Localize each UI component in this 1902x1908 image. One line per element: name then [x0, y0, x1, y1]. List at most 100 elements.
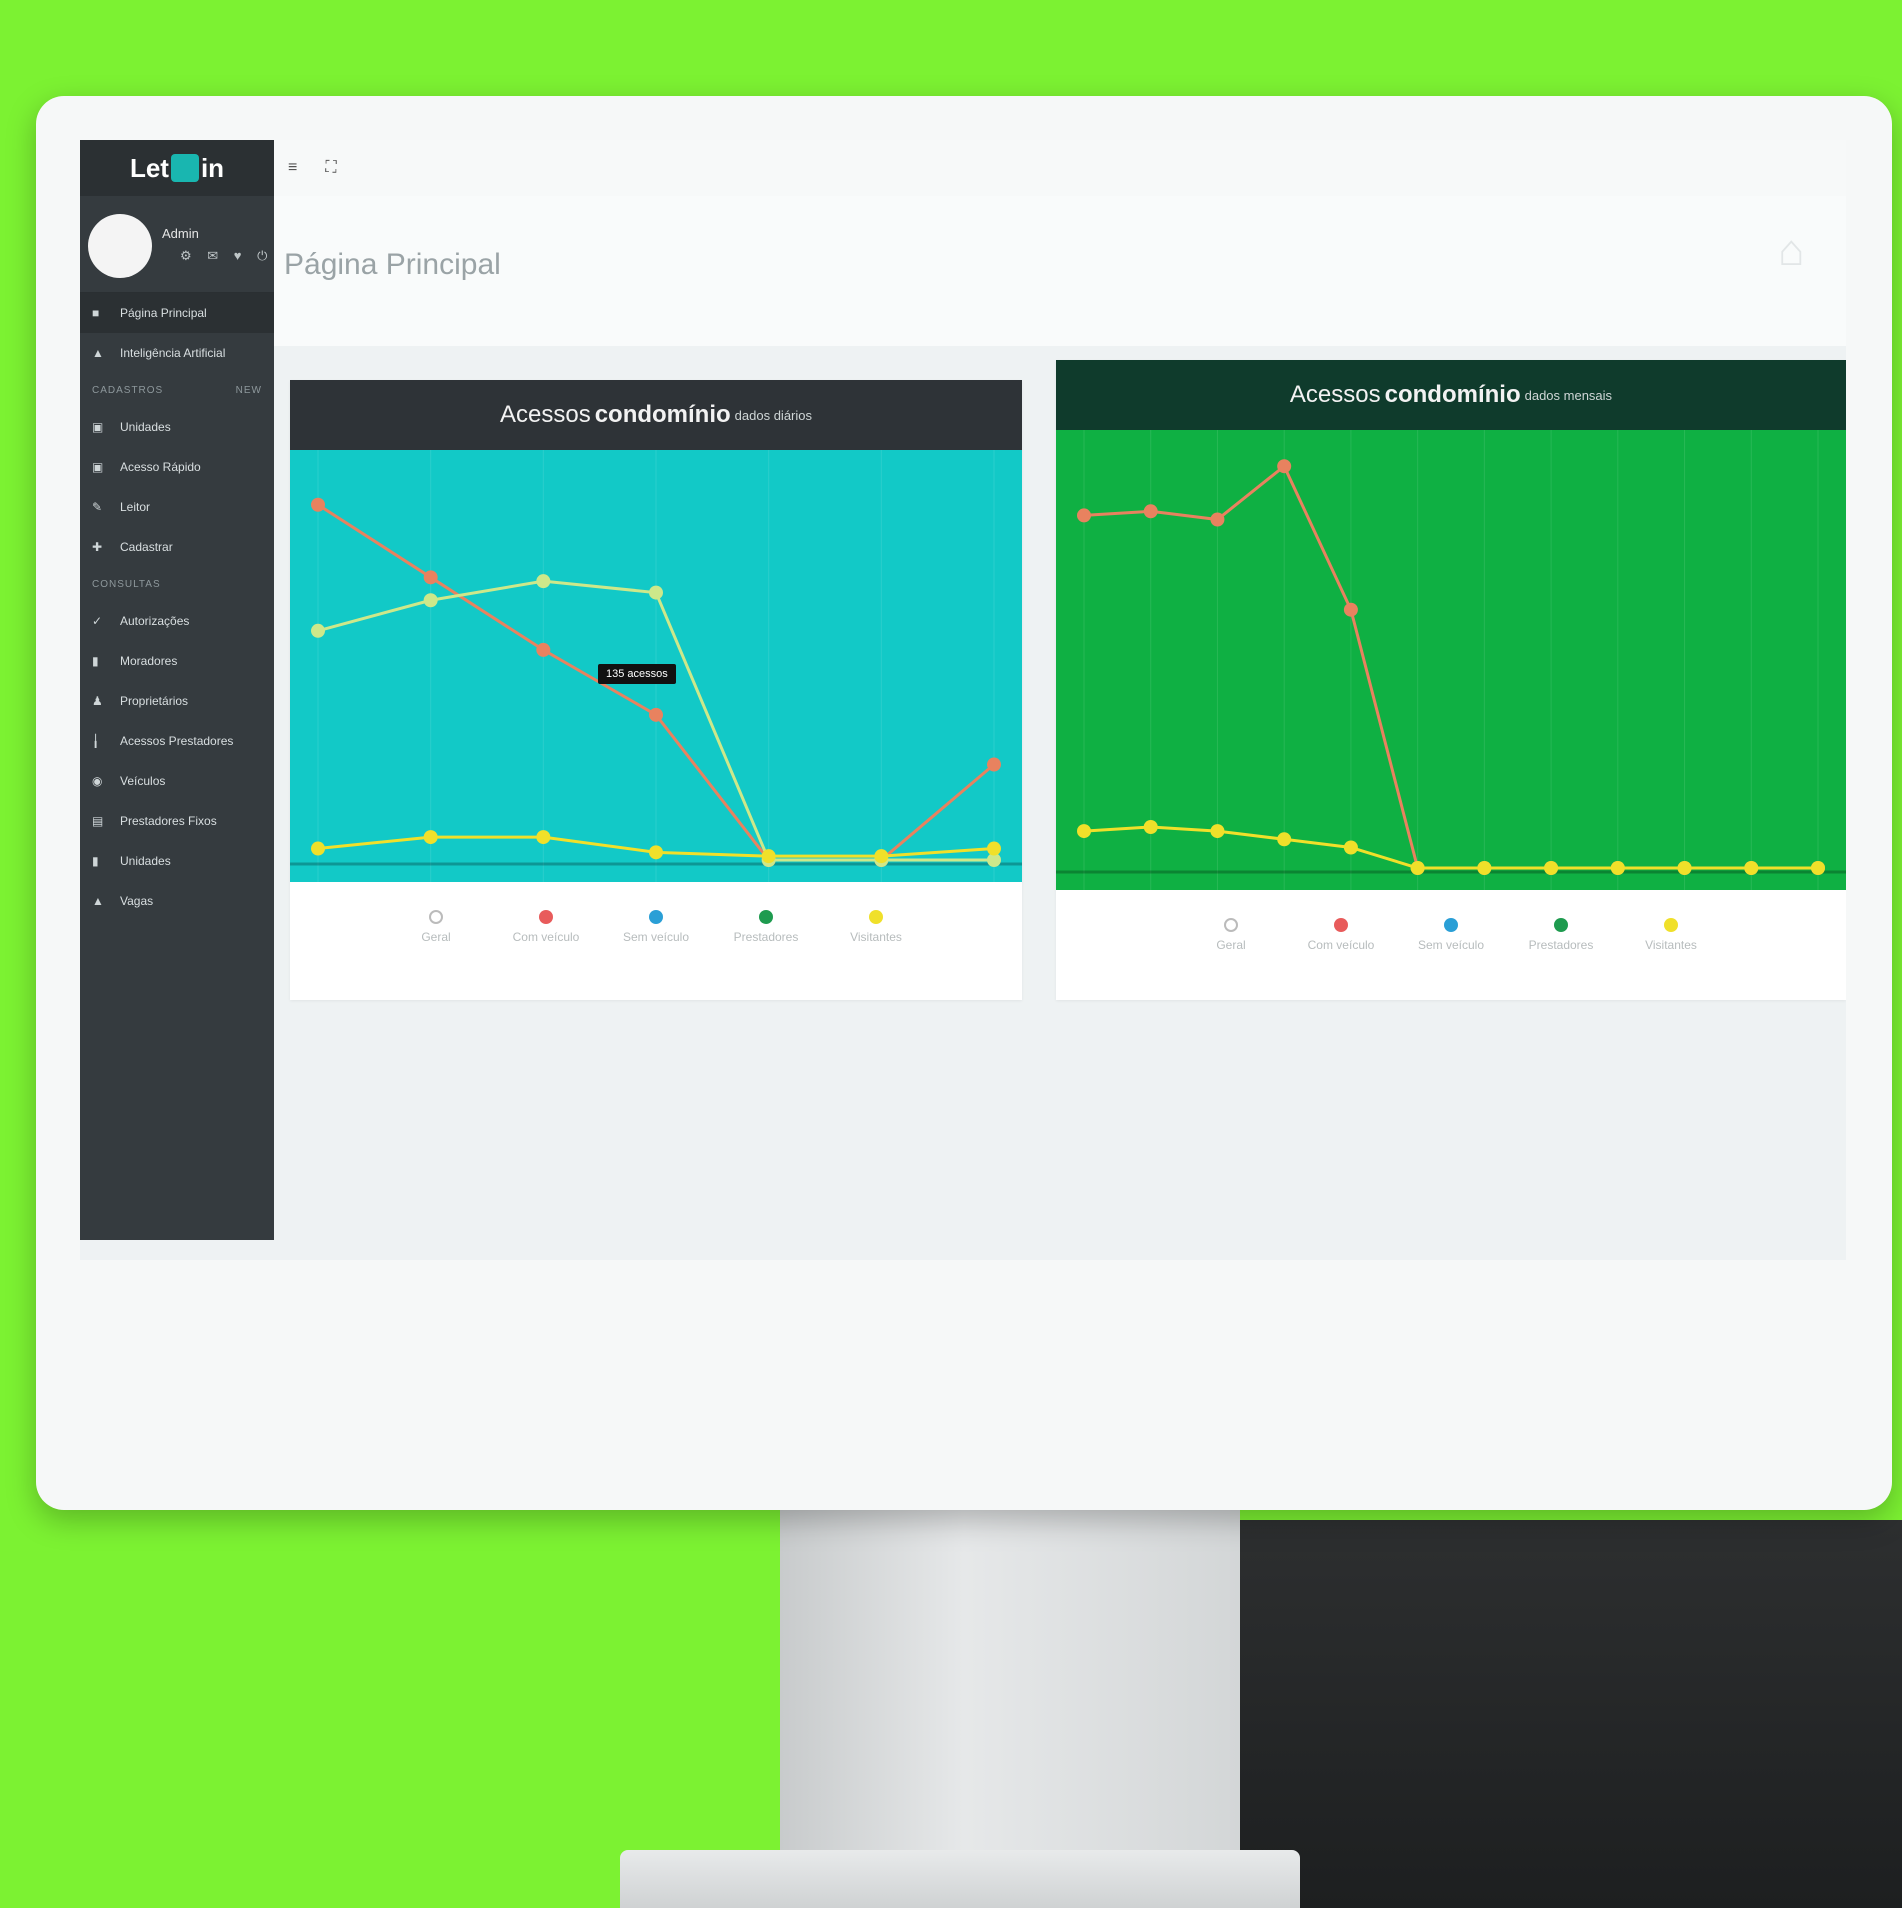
- sidebar-item-label: Unidades: [120, 420, 171, 434]
- data-point[interactable]: [311, 497, 325, 512]
- data-point[interactable]: [1277, 832, 1292, 847]
- home-icon[interactable]: ⌂: [1778, 226, 1828, 276]
- data-point[interactable]: [987, 841, 1001, 856]
- sidebar-item-autorizacoes[interactable]: ✓ Autorizações: [80, 601, 274, 641]
- legend-dot: [759, 910, 773, 924]
- wrench-icon: ╽: [92, 734, 100, 748]
- data-point[interactable]: [1811, 861, 1825, 875]
- sidebar-item-label: Autorizações: [120, 614, 190, 628]
- panel-title-post: dados mensais: [1524, 387, 1613, 403]
- person-icon: ▮: [92, 654, 99, 668]
- sidebar-item-inteligencia[interactable]: ▲ Inteligência Artificial: [80, 333, 274, 373]
- data-point[interactable]: [1143, 820, 1158, 834]
- building-icon: ▮: [92, 854, 99, 868]
- data-point[interactable]: [1744, 861, 1759, 875]
- expand-icon[interactable]: ⛶: [325, 159, 336, 177]
- data-point[interactable]: [1544, 861, 1559, 875]
- sidebar-item-veiculos[interactable]: ◉ Veículos: [80, 761, 274, 801]
- legend-item-com-veiculo[interactable]: Com veículo: [1306, 918, 1376, 952]
- data-point[interactable]: [1477, 861, 1492, 875]
- profile: Admin ⚙ ✉ ♥ ⏻: [80, 196, 274, 293]
- sidebar-item-label: Prestadores Fixos: [120, 814, 217, 828]
- legend-dot: [649, 910, 663, 924]
- logo-text-right: in: [200, 152, 225, 183]
- sidebar-item-label: Cadastrar: [120, 540, 173, 554]
- data-point[interactable]: [649, 707, 663, 722]
- data-point[interactable]: [536, 830, 551, 845]
- data-point[interactable]: [423, 593, 438, 608]
- data-point[interactable]: [536, 574, 551, 589]
- sidebar-item-label: Página Principal: [120, 306, 207, 320]
- panel-header: Acessos condomínio dados diários: [290, 380, 1022, 450]
- data-point[interactable]: [536, 642, 551, 657]
- legend-item-com-veiculo[interactable]: Com veículo: [511, 910, 581, 944]
- data-point[interactable]: [423, 830, 438, 845]
- legend-dot: [1224, 918, 1238, 932]
- data-point[interactable]: [1610, 861, 1625, 875]
- sidebar-item-prestadores-fixos[interactable]: ▤ Prestadores Fixos: [80, 801, 274, 841]
- sidebar-item-cadastrar[interactable]: ✚ Cadastrar: [80, 527, 274, 567]
- sidebar-item-proprietarios[interactable]: ♟ Proprietários: [80, 681, 274, 721]
- profile-name: Admin: [162, 226, 199, 241]
- legend-label: Sem veículo: [622, 930, 690, 944]
- sidebar-item-label: Acessos Prestadores: [120, 734, 234, 748]
- sidebar-item-unidades[interactable]: ▣ Unidades: [80, 407, 274, 447]
- legend-item-visitantes[interactable]: Visitantes: [1636, 918, 1706, 952]
- list-icon: ▤: [92, 814, 104, 828]
- data-point[interactable]: [1410, 861, 1425, 875]
- user-icon: ▲: [92, 346, 104, 360]
- sidebar-item-label: Veículos: [120, 774, 166, 788]
- panel-title-bold: condomínio: [594, 401, 731, 428]
- logo-mark-icon: [170, 154, 199, 182]
- sidebar-item-moradores[interactable]: ▮ Moradores: [80, 641, 274, 681]
- data-point[interactable]: [1343, 602, 1358, 617]
- legend-label: Sem veículo: [1417, 938, 1485, 952]
- data-point[interactable]: [761, 849, 776, 864]
- legend-dot: [1554, 918, 1568, 932]
- legend-item-prestadores[interactable]: Prestadores: [1526, 918, 1596, 952]
- data-point[interactable]: [311, 623, 325, 638]
- legend-label: Visitantes: [1645, 938, 1697, 952]
- menu-toggle-icon[interactable]: ≡: [288, 159, 297, 177]
- data-point[interactable]: [874, 849, 889, 864]
- monthly-access-chart[interactable]: [1056, 430, 1846, 890]
- data-point[interactable]: [311, 841, 325, 856]
- data-point[interactable]: [1277, 459, 1292, 474]
- avatar[interactable]: [88, 214, 152, 278]
- data-point[interactable]: [1077, 508, 1091, 523]
- data-point[interactable]: [1343, 840, 1358, 855]
- data-point[interactable]: [1077, 824, 1091, 839]
- sidebar-item-acesso-rapido[interactable]: ▣ Acesso Rápido: [80, 447, 274, 487]
- daily-access-chart[interactable]: 135 acessos: [290, 450, 1022, 882]
- legend-item-geral[interactable]: Geral: [401, 910, 471, 944]
- legend-item-visitantes[interactable]: Visitantes: [841, 910, 911, 944]
- parking-icon: ▲: [92, 894, 104, 908]
- sidebar-section-cadastros: CADASTROS NEW: [80, 373, 274, 407]
- legend-item-prestadores[interactable]: Prestadores: [731, 910, 801, 944]
- data-point[interactable]: [987, 757, 1001, 772]
- data-point[interactable]: [649, 585, 663, 600]
- sidebar-section-consultas: CONSULTAS: [80, 567, 274, 601]
- legend-dot: [539, 910, 553, 924]
- logo[interactable]: Let in: [80, 140, 274, 196]
- profile-action-icons[interactable]: ⚙ ✉ ♥ ⏻: [180, 248, 273, 264]
- data-point[interactable]: [1210, 512, 1225, 527]
- legend-item-sem-veiculo[interactable]: Sem veículo: [621, 910, 691, 944]
- data-point[interactable]: [423, 570, 438, 585]
- data-point[interactable]: [1210, 824, 1225, 839]
- sidebar-item-vagas[interactable]: ▲ Vagas: [80, 881, 274, 921]
- screen: Let in Admin ⚙ ✉ ♥ ⏻ ■ Página Principal …: [80, 140, 1846, 1260]
- data-point[interactable]: [1677, 861, 1692, 875]
- sidebar-item-pagina-principal[interactable]: ■ Página Principal: [80, 293, 274, 333]
- legend-label: Geral: [421, 930, 451, 944]
- data-point[interactable]: [649, 845, 663, 860]
- sidebar-item-unidades-2[interactable]: ▮ Unidades: [80, 841, 274, 881]
- legend-dot: [429, 910, 443, 924]
- panel-title-post: dados diários: [734, 407, 812, 423]
- sidebar-item-acessos-prestadores[interactable]: ╽ Acessos Prestadores: [80, 721, 274, 761]
- sidebar-item-leitor[interactable]: ✎ Leitor: [80, 487, 274, 527]
- legend-item-sem-veiculo[interactable]: Sem veículo: [1416, 918, 1486, 952]
- legend-item-geral[interactable]: Geral: [1196, 918, 1266, 952]
- data-point[interactable]: [1143, 504, 1158, 519]
- user-plus-icon: ✚: [92, 540, 103, 554]
